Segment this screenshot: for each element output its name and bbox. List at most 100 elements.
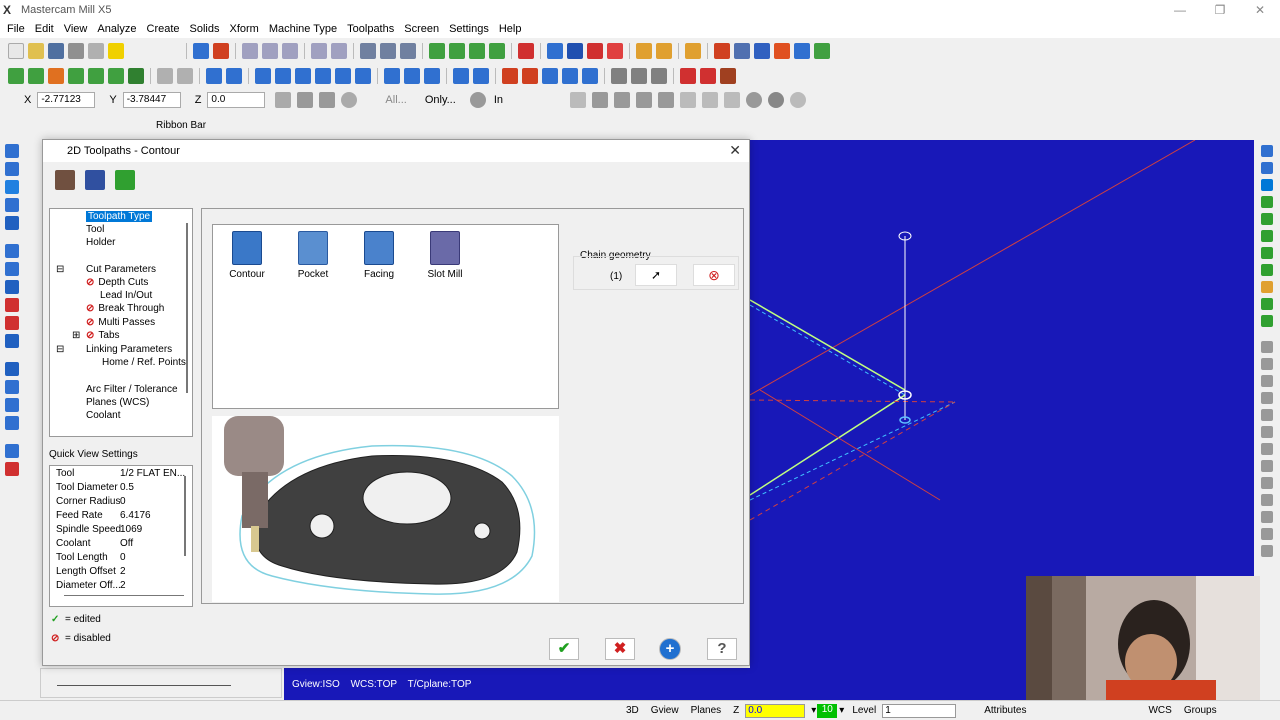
solid-outline-icon[interactable]: [607, 42, 623, 59]
maximize-button[interactable]: ❐: [1200, 0, 1240, 20]
ribbon-help-icon[interactable]: [789, 92, 806, 108]
dialog-close-button[interactable]: ✕: [729, 142, 741, 159]
ruled-tool-icon[interactable]: [5, 298, 19, 312]
z-coordinate-field[interactable]: 0.0: [207, 92, 266, 108]
op-insert-icon[interactable]: [1261, 375, 1273, 387]
op-simulate-icon[interactable]: [1261, 247, 1273, 259]
select-chain-button[interactable]: ➚: [635, 264, 677, 286]
toolpath-params-icon[interactable]: [115, 170, 135, 190]
solid-layout-icon[interactable]: [5, 444, 19, 458]
ok-button[interactable]: ✔: [549, 638, 579, 660]
tree-item-tool[interactable]: Tool: [86, 224, 104, 235]
list-icon[interactable]: [522, 67, 538, 84]
zoom-out-icon[interactable]: [331, 42, 347, 59]
dimension-icon[interactable]: [542, 67, 558, 84]
undo-icon[interactable]: [157, 67, 173, 84]
level-icon[interactable]: [453, 67, 469, 84]
z-depth-input[interactable]: 0.0: [745, 703, 806, 718]
select-chain-icon[interactable]: [380, 42, 396, 59]
select-only-button[interactable]: Only...: [425, 94, 456, 106]
tree-expander-linking[interactable]: ⊟: [56, 344, 64, 355]
offset-icon[interactable]: [275, 67, 291, 84]
help-ribbon-icon[interactable]: [341, 92, 358, 108]
tree-item-planes-wcs[interactable]: Planes (WCS): [86, 397, 149, 408]
tree-item-depth-cuts[interactable]: ⊘ Depth Cuts: [86, 277, 148, 288]
op-collapse-icon[interactable]: [1261, 545, 1273, 557]
tree-expander-tabs[interactable]: ⊞: [72, 330, 80, 341]
op-group-icon[interactable]: [1261, 426, 1273, 438]
stretch-icon[interactable]: [315, 67, 331, 84]
op-filter-icon[interactable]: [1261, 409, 1273, 421]
backplot-icon[interactable]: [631, 67, 647, 84]
type-facing-button[interactable]: Facing: [349, 225, 409, 280]
highlight-icon[interactable]: [108, 42, 124, 59]
tree-item-multi-passes[interactable]: ⊘ Multi Passes: [86, 317, 155, 328]
save-defaults-icon[interactable]: [85, 170, 105, 190]
op-post-icon[interactable]: [1261, 264, 1273, 276]
art-manager-icon[interactable]: [1261, 179, 1273, 191]
tree-item-cut-parameters[interactable]: Cut Parameters: [86, 264, 156, 275]
op-show-icon[interactable]: [1261, 460, 1273, 472]
tree-scrollbar[interactable]: [186, 223, 188, 393]
zoom-target-icon[interactable]: [282, 42, 298, 59]
view-side-icon[interactable]: [469, 42, 485, 59]
menu-machine-type[interactable]: Machine Type: [264, 23, 342, 35]
stop-icon[interactable]: [213, 42, 229, 59]
tree-item-coolant[interactable]: Coolant: [86, 410, 120, 421]
op-backplot-icon[interactable]: [1261, 230, 1273, 242]
arrow-select-icon[interactable]: [569, 92, 586, 108]
tree-item-arc-filter[interactable]: Arc Filter / Tolerance: [86, 384, 178, 395]
surface-tool-icon[interactable]: [5, 244, 19, 258]
group-icon[interactable]: [582, 67, 598, 84]
extrude-tool-icon[interactable]: [5, 316, 19, 330]
x-coordinate-field[interactable]: -2.77123: [37, 92, 96, 108]
zoom-window-icon[interactable]: [262, 42, 278, 59]
grid-icon[interactable]: [404, 67, 420, 84]
sketch-icon[interactable]: [319, 92, 336, 108]
edge-select-icon[interactable]: [635, 92, 652, 108]
redo-icon[interactable]: [177, 67, 193, 84]
solid-select-icon[interactable]: [591, 92, 608, 108]
minimize-button[interactable]: —: [1160, 0, 1200, 20]
panel-scrollbar[interactable]: [57, 685, 231, 686]
view-front-icon[interactable]: [449, 42, 465, 59]
break-icon[interactable]: [754, 42, 770, 59]
trim-icon[interactable]: [734, 42, 750, 59]
gview-button[interactable]: Gview: [645, 705, 685, 716]
transform-icon[interactable]: [814, 42, 830, 59]
solid-boolean-icon[interactable]: [5, 462, 19, 476]
drag-icon[interactable]: [384, 67, 400, 84]
lock-icon[interactable]: [297, 92, 314, 108]
rectangle-icon[interactable]: [68, 67, 84, 84]
op-move-down-icon[interactable]: [1261, 358, 1273, 370]
menu-view[interactable]: View: [59, 23, 93, 35]
menu-help[interactable]: Help: [494, 23, 527, 35]
tree-item-lead-in-out[interactable]: Lead In/Out: [100, 290, 152, 301]
rotate-icon[interactable]: [226, 67, 242, 84]
op-verify-icon[interactable]: [1261, 213, 1273, 225]
regen-icon[interactable]: [651, 67, 667, 84]
help-arrow-icon[interactable]: [714, 42, 730, 59]
level-input[interactable]: 1: [882, 703, 957, 718]
fence-surface-icon[interactable]: [5, 416, 19, 430]
menu-settings[interactable]: Settings: [444, 23, 494, 35]
verify-icon[interactable]: [611, 67, 627, 84]
project-icon[interactable]: [335, 67, 351, 84]
op-lock-icon[interactable]: [1261, 298, 1273, 310]
tree-item-break-through[interactable]: ⊘ Break Through: [86, 303, 164, 314]
roll-icon[interactable]: [355, 67, 371, 84]
table-icon[interactable]: [502, 67, 518, 84]
z-dropdown-icon[interactable]: ▾: [805, 705, 817, 716]
chamfer-icon[interactable]: [108, 67, 124, 84]
cut-icon[interactable]: [88, 42, 104, 59]
op-move-up-icon[interactable]: [1261, 341, 1273, 353]
highfeed-icon[interactable]: [700, 67, 716, 84]
save-icon[interactable]: [48, 42, 64, 59]
body-select-icon[interactable]: [657, 92, 674, 108]
select-all-button[interactable]: All...: [385, 94, 406, 106]
measure-icon[interactable]: [473, 67, 489, 84]
view-iso-icon[interactable]: [489, 42, 505, 59]
cancel-button[interactable]: ✖: [605, 638, 635, 660]
revolve-tool-icon[interactable]: [5, 262, 19, 276]
back-select-icon[interactable]: [701, 92, 718, 108]
